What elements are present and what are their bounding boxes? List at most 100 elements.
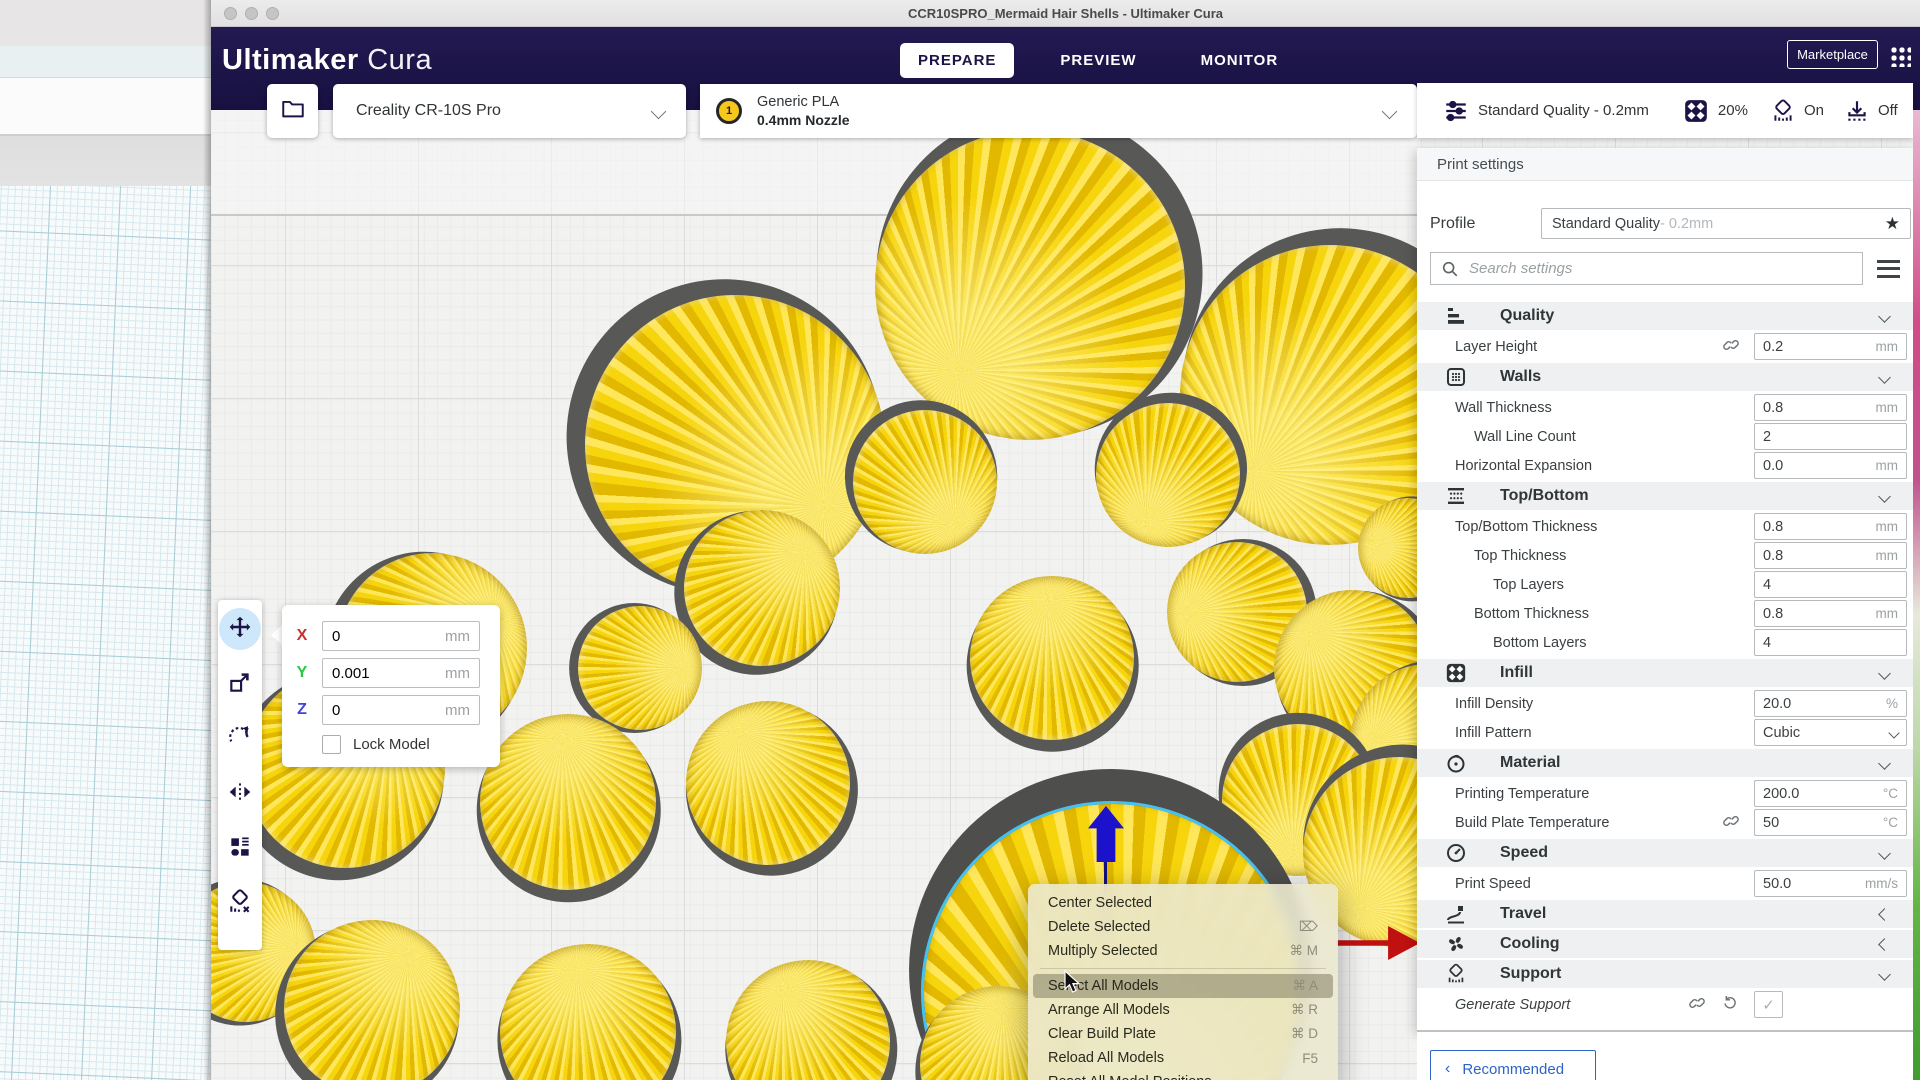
chevron-down-icon (1878, 490, 1891, 503)
section-header-quality[interactable]: Quality (1417, 302, 1913, 330)
sliders-icon (1443, 98, 1469, 124)
section-header-walls[interactable]: Walls (1417, 363, 1913, 391)
marketplace-button[interactable]: Marketplace (1787, 40, 1878, 69)
screen: CCR10SPRO_Mermaid Hair Shells - Ultimake… (0, 0, 1920, 1080)
rotate-icon (227, 724, 253, 755)
menu-item-center-selected[interactable]: Center Selected (1033, 891, 1333, 915)
section-header-material[interactable]: Material (1417, 749, 1913, 777)
setting-input[interactable]: 0.2mm (1754, 333, 1907, 360)
mirror-tool-button[interactable] (219, 773, 261, 815)
settings-visibility-menu-icon[interactable] (1877, 260, 1900, 278)
setting-row-top-bottom-thickness: Top/Bottom Thickness0.8mm (1417, 512, 1913, 541)
apps-grid-icon[interactable] (1889, 45, 1911, 67)
walls-icon (1445, 366, 1467, 388)
position-input-z[interactable]: 0mm (322, 695, 480, 725)
menu-item-arrange-all-models[interactable]: Arrange All Models⌘ R (1033, 998, 1333, 1022)
infill-icon (1683, 98, 1709, 124)
per-model-settings-tool-button[interactable] (219, 828, 261, 870)
setting-row-print-speed: Print Speed50.0mm/s (1417, 869, 1913, 898)
link-icon[interactable] (1720, 812, 1746, 834)
position-input-y[interactable]: 0.001mm (322, 658, 480, 688)
setting-select[interactable]: Cubic (1754, 719, 1907, 746)
lock-model-checkbox[interactable] (322, 735, 341, 754)
star-icon[interactable]: ★ (1885, 214, 1900, 234)
settings-sections: QualityLayer Height0.2mmWallsWall Thickn… (1417, 300, 1913, 1019)
support-blocker-tool-button[interactable] (219, 883, 261, 925)
setting-row-infill-pattern: Infill PatternCubic (1417, 718, 1913, 747)
setting-row-wall-line-count: Wall Line Count2 (1417, 422, 1913, 451)
profile-dropdown[interactable]: Standard Quality - 0.2mm ★ (1541, 208, 1911, 239)
setting-input[interactable]: 2 (1754, 423, 1907, 450)
lock-model-row: Lock Model (322, 735, 430, 754)
setting-input[interactable]: 0.0mm (1754, 452, 1907, 479)
mouse-cursor (1064, 970, 1081, 994)
section-header-top-bottom[interactable]: Top/Bottom (1417, 482, 1913, 510)
model-shell[interactable] (486, 930, 690, 1080)
search-input[interactable]: Search settings (1430, 252, 1863, 285)
model-shell[interactable] (699, 933, 917, 1080)
speed-icon (1445, 842, 1467, 864)
setting-input[interactable]: 50°C (1754, 809, 1907, 836)
material-selector[interactable]: 1 Generic PLA 0.4mm Nozzle (700, 84, 1417, 138)
section-header-support[interactable]: Support (1417, 960, 1913, 988)
profile-row: Profile Standard Quality - 0.2mm ★ (1417, 208, 1913, 239)
position-row-x: X0mm (282, 621, 500, 651)
move-tool-button[interactable] (219, 608, 261, 650)
travel-icon (1445, 903, 1467, 925)
setting-input[interactable]: 0.8mm (1754, 600, 1907, 627)
setting-checkbox[interactable]: ✓ (1754, 991, 1783, 1018)
setting-input[interactable]: 0.8mm (1754, 394, 1907, 421)
move-icon (227, 614, 253, 645)
menu-item-delete-selected[interactable]: Delete Selected⌦ (1033, 915, 1333, 939)
menu-item-multiply-selected[interactable]: Multiply Selected⌘ M (1033, 939, 1333, 963)
setting-input[interactable]: 20.0% (1754, 690, 1907, 717)
link-icon[interactable] (1720, 336, 1746, 358)
section-header-infill[interactable]: Infill (1417, 659, 1913, 687)
open-file-button[interactable] (267, 84, 318, 138)
setting-input[interactable]: 4 (1754, 629, 1907, 656)
profile-label: Profile (1430, 215, 1541, 233)
recommended-button[interactable]: ‹ Recommended (1430, 1050, 1596, 1080)
setting-input[interactable]: 50.0mm/s (1754, 870, 1907, 897)
setting-row-horizontal-expansion: Horizontal Expansion0.0mm (1417, 451, 1913, 480)
search-row: Search settings (1430, 252, 1900, 285)
mirror-icon (227, 779, 253, 810)
setting-input[interactable]: 0.8mm (1754, 542, 1907, 569)
tab-monitor[interactable]: MONITOR (1183, 43, 1297, 78)
tab-prepare[interactable]: PREPARE (900, 43, 1014, 78)
search-icon (1441, 260, 1459, 278)
section-header-speed[interactable]: Speed (1417, 839, 1913, 867)
model-shell[interactable] (473, 707, 664, 898)
position-input-x[interactable]: 0mm (322, 621, 480, 651)
desktop-background (0, 0, 211, 46)
section-header-travel[interactable]: Travel (1417, 900, 1913, 928)
support-blocker-icon (227, 889, 253, 920)
setting-input[interactable]: 0.8mm (1754, 513, 1907, 540)
shell-surface (486, 930, 690, 1080)
scale-icon (227, 669, 253, 700)
chevron-down-icon (1878, 757, 1891, 770)
menu-item-reset-all-model-positions[interactable]: Reset All Model Positions (1033, 1070, 1333, 1080)
tool-toolbar (218, 600, 262, 950)
menu-item-clear-build-plate[interactable]: Clear Build Plate⌘ D (1033, 1022, 1333, 1046)
rotate-tool-button[interactable] (219, 718, 261, 760)
scale-tool-button[interactable] (219, 663, 261, 705)
model-shell[interactable] (963, 569, 1141, 747)
setting-input[interactable]: 200.0°C (1754, 780, 1907, 807)
revert-icon[interactable] (1720, 994, 1746, 1016)
section-header-cooling[interactable]: Cooling (1417, 930, 1913, 958)
summary-adhesion: Off (1878, 102, 1898, 119)
folder-icon (280, 96, 306, 127)
printer-selector[interactable]: Creality CR-10S Pro (333, 84, 686, 138)
setting-row-bottom-thickness: Bottom Thickness0.8mm (1417, 599, 1913, 628)
support-icon (1445, 963, 1467, 985)
window-title: CCR10SPRO_Mermaid Hair Shells - Ultimake… (211, 6, 1920, 21)
setting-row-build-plate-temperature: Build Plate Temperature50°C (1417, 808, 1913, 837)
chevron-down-icon (1878, 968, 1891, 981)
tab-preview[interactable]: PREVIEW (1042, 43, 1154, 78)
move-tool-panel: Lock Model X0mmY0.001mmZ0mm (282, 605, 500, 767)
setting-input[interactable]: 4 (1754, 571, 1907, 598)
link-icon[interactable] (1686, 994, 1712, 1016)
menu-item-reload-all-models[interactable]: Reload All ModelsF5 (1033, 1046, 1333, 1070)
print-settings-summary[interactable]: Standard Quality - 0.2mm 20% On Off (1417, 83, 1913, 138)
